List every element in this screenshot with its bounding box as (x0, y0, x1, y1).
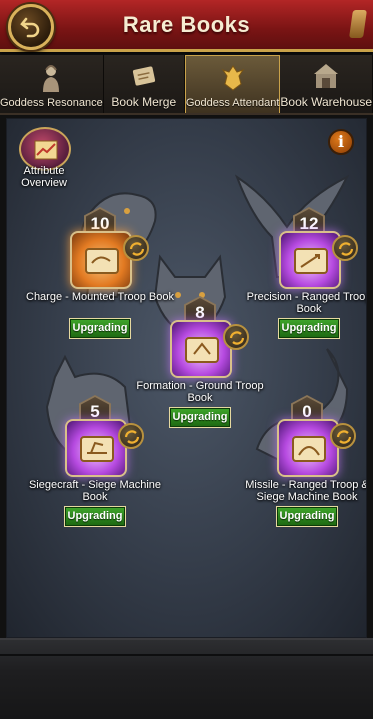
scroll-icon (292, 436, 326, 462)
upgrade-cycle-icon[interactable] (332, 235, 358, 261)
page-title: Rare Books (122, 12, 251, 37)
tab-label: Goddess Attendant (185, 97, 280, 109)
info-button[interactable]: i (328, 129, 354, 155)
stone-footer (0, 638, 373, 719)
upgrade-cycle-icon[interactable] (330, 423, 356, 449)
upgrade-cycle-icon[interactable] (118, 423, 144, 449)
attribute-overview-label[interactable]: Attribute Overview (13, 165, 75, 189)
tab-book-merge[interactable]: Book Merge (104, 55, 185, 113)
scroll-icon (132, 66, 155, 86)
book-board: Attribute Overview i 10 Charge - Mounted… (6, 118, 367, 638)
tab-goddess-resonance[interactable]: Goddess Resonance (0, 55, 104, 113)
book-name: Missile - Ranged Troop & Siege Machine B… (245, 479, 367, 503)
upgrading-status-button[interactable]: Upgrading (276, 506, 338, 527)
tab-bar: Goddess Resonance Book Merge Goddess Att… (0, 55, 373, 115)
chart-icon (34, 140, 58, 160)
upgrading-status-button[interactable]: Upgrading (69, 318, 131, 339)
tab-label: Book Warehouse (280, 95, 372, 109)
scroll-icon (185, 337, 219, 363)
book-name: Siegecraft - Siege Machine Book (28, 479, 162, 503)
book-tile[interactable] (65, 419, 127, 477)
book-tile[interactable] (70, 231, 132, 289)
book-node-missile[interactable]: 0 Missile - Ranged Troop & Siege Machine… (232, 395, 367, 535)
tab-label: Book Merge (111, 95, 177, 109)
book-node-siegecraft[interactable]: 5 Siegecraft - Siege Machine Book Upgrad… (20, 395, 170, 535)
scroll-icon (294, 248, 328, 274)
title-bar: Rare Books (0, 0, 373, 52)
book-tile[interactable] (279, 231, 341, 289)
tab-label: Goddess Resonance (0, 97, 103, 109)
warehouse-icon (314, 64, 339, 88)
griffin-icon (221, 65, 244, 91)
goddess-icon (43, 65, 60, 92)
upgrading-status-button[interactable]: Upgrading (64, 506, 126, 527)
upgrade-cycle-icon[interactable] (123, 235, 149, 261)
scroll-icon (80, 436, 114, 462)
upgrading-status-button[interactable]: Upgrading (169, 407, 231, 428)
book-tile[interactable] (277, 419, 339, 477)
upgrade-cycle-icon[interactable] (223, 324, 249, 350)
tab-goddess-attendant[interactable]: Goddess Attendant (184, 55, 281, 113)
book-tile[interactable] (170, 320, 232, 378)
upgrading-status-button[interactable]: Upgrading (278, 318, 340, 339)
tab-book-warehouse[interactable]: Book Warehouse (280, 55, 373, 113)
scroll-icon (85, 248, 119, 274)
